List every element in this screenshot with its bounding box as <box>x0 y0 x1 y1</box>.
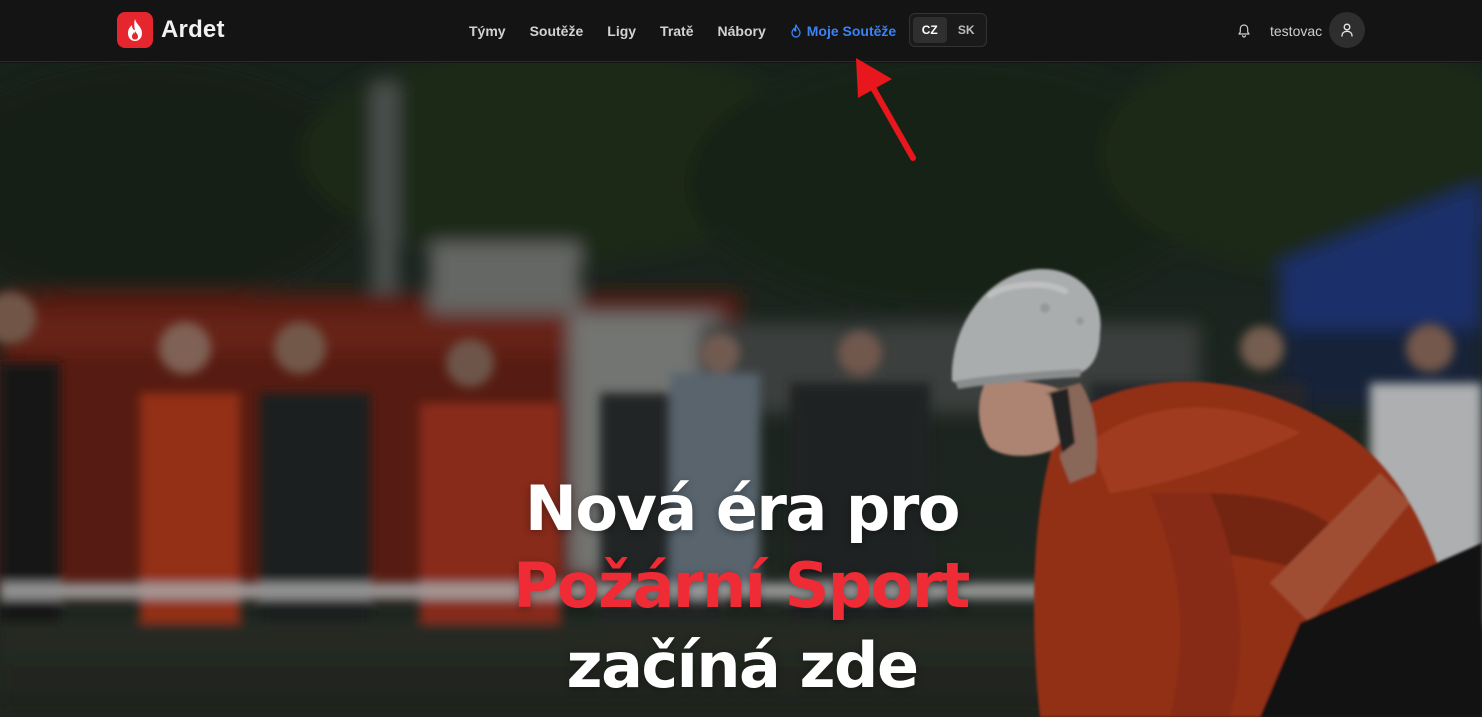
nav-item-ligy[interactable]: Ligy <box>607 23 636 39</box>
brand-name: Ardet <box>161 16 225 43</box>
brand-logo[interactable]: Ardet <box>117 12 225 48</box>
hero-section: Nová éra pro Požární Sport začíná zde <box>0 63 1482 717</box>
lang-cz-button[interactable]: CZ <box>913 17 947 43</box>
hero-headline-line2: Požární Sport <box>513 549 970 622</box>
flame-icon <box>117 12 153 48</box>
nav-item-trate[interactable]: Tratě <box>660 23 693 39</box>
language-switcher: CZ SK <box>909 13 987 47</box>
flame-outline-icon <box>791 24 801 38</box>
hero-headline-line1: Nová éra pro <box>525 472 960 545</box>
username[interactable]: testovac <box>1270 0 1322 62</box>
annotation-arrow-icon <box>856 58 916 161</box>
user-icon <box>1341 23 1353 37</box>
nav-item-souteze[interactable]: Soutěže <box>530 23 584 39</box>
avatar[interactable] <box>1329 12 1365 48</box>
lang-sk-button[interactable]: SK <box>950 17 984 43</box>
nav-item-label: Moje Soutěže <box>806 23 897 39</box>
nav-item-nabory[interactable]: Nábory <box>718 23 766 39</box>
top-navbar: Ardet Týmy Soutěže Ligy Tratě Nábory Moj… <box>0 0 1482 62</box>
hero-headline-line3: začíná zde <box>566 629 919 702</box>
nav-item-tymy[interactable]: Týmy <box>469 23 506 39</box>
nav-item-moje-souteze[interactable]: Moje Soutěže <box>790 23 896 39</box>
bell-icon[interactable] <box>1236 0 1252 62</box>
